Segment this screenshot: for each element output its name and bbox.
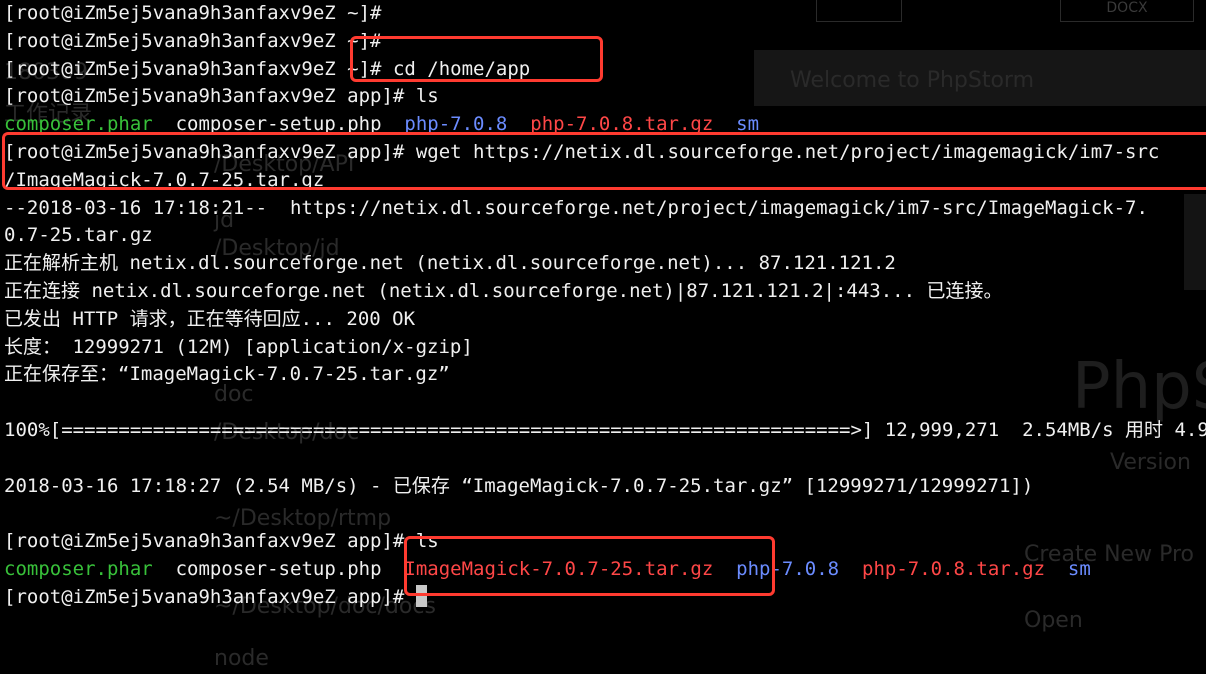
- terminal-line-current[interactable]: [root@iZm5ej5vana9h3anfaxv9eZ app]#: [4, 584, 1206, 612]
- terminal-line: [root@iZm5ej5vana9h3anfaxv9eZ ~]#: [4, 0, 1206, 28]
- terminal-line: [root@iZm5ej5vana9h3anfaxv9eZ ~]#: [4, 28, 1206, 56]
- terminal-line-wget-cont: /ImageMagick-7.0.7-25.tar.gz: [4, 167, 1206, 195]
- dir-sm: sm: [736, 113, 760, 136]
- dir-sm: sm: [1067, 557, 1091, 580]
- prompt: [root@iZm5ej5vana9h3anfaxv9eZ app]#: [4, 530, 405, 553]
- command-wget-continuation: /ImageMagick-7.0.7-25.tar.gz: [4, 168, 325, 191]
- terminal-line-ls-2: [root@iZm5ej5vana9h3anfaxv9eZ app]# ls: [4, 528, 1206, 556]
- terminal-line-ls: [root@iZm5ej5vana9h3anfaxv9eZ app]# ls: [4, 83, 1206, 111]
- wget-output-line: 正在连接 netix.dl.sourceforge.net (netix.dl.…: [4, 279, 1003, 302]
- file-php-tar: php-7.0.8.tar.gz: [862, 557, 1046, 580]
- wget-output-line: --2018-03-16 17:18:21-- https://netix.dl…: [4, 196, 1148, 219]
- prompt: [root@iZm5ej5vana9h3anfaxv9eZ ~]#: [4, 57, 382, 80]
- dir-php: php-7.0.8: [736, 557, 840, 580]
- file-composer-setup: composer-setup.php: [175, 113, 382, 136]
- prompt: [root@iZm5ej5vana9h3anfaxv9eZ app]#: [4, 85, 405, 108]
- command-wget: wget https://netix.dl.sourceforge.net/pr…: [415, 140, 1160, 163]
- file-composer-setup: composer-setup.php: [175, 557, 382, 580]
- ls-output-2: composer.phar composer-setup.php ImageMa…: [4, 556, 1206, 584]
- wget-output-line: 正在解析主机 netix.dl.sourceforge.net (netix.d…: [4, 252, 896, 275]
- wget-output-line: 0.7-25.tar.gz: [4, 224, 153, 247]
- terminal-line-cd: [root@iZm5ej5vana9h3anfaxv9eZ ~]# cd /ho…: [4, 56, 1206, 84]
- prompt: [root@iZm5ej5vana9h3anfaxv9eZ ~]#: [4, 29, 382, 52]
- wget-output-line: 长度： 12999271 (12M) [application/x-gzip]: [4, 335, 473, 358]
- file-php-tar: php-7.0.8.tar.gz: [530, 113, 714, 136]
- file-composer-phar: composer.phar: [4, 113, 153, 136]
- command-cd: cd /home/app: [392, 57, 531, 80]
- wget-output-line: 正在保存至：“ImageMagick-7.0.7-25.tar.gz”: [4, 363, 450, 386]
- wget-progress-bar: 100%[===================================…: [4, 418, 1206, 441]
- ls-output-1: composer.phar composer-setup.php php-7.0…: [4, 111, 1206, 139]
- command-ls: ls: [415, 530, 439, 553]
- terminal-window[interactable]: [root@iZm5ej5vana9h3anfaxv9eZ ~]# [root@…: [4, 0, 1206, 674]
- prompt: [root@iZm5ej5vana9h3anfaxv9eZ app]#: [4, 140, 405, 163]
- prompt: [root@iZm5ej5vana9h3anfaxv9eZ app]#: [4, 585, 405, 608]
- wget-saved-line: 2018-03-16 17:18:27 (2.54 MB/s) - 已保存 “I…: [4, 474, 1034, 497]
- terminal-line-wget: [root@iZm5ej5vana9h3anfaxv9eZ app]# wget…: [4, 139, 1206, 167]
- prompt: [root@iZm5ej5vana9h3anfaxv9eZ ~]#: [4, 2, 382, 24]
- terminal-cursor: [415, 584, 427, 607]
- command-ls: ls: [415, 85, 439, 108]
- file-imagemagick-tar: ImageMagick-7.0.7-25.tar.gz: [404, 557, 714, 580]
- dir-php: php-7.0.8: [404, 113, 508, 136]
- wget-output-line: 已发出 HTTP 请求，正在等待回应... 200 OK: [4, 307, 416, 330]
- file-composer-phar: composer.phar: [4, 557, 153, 580]
